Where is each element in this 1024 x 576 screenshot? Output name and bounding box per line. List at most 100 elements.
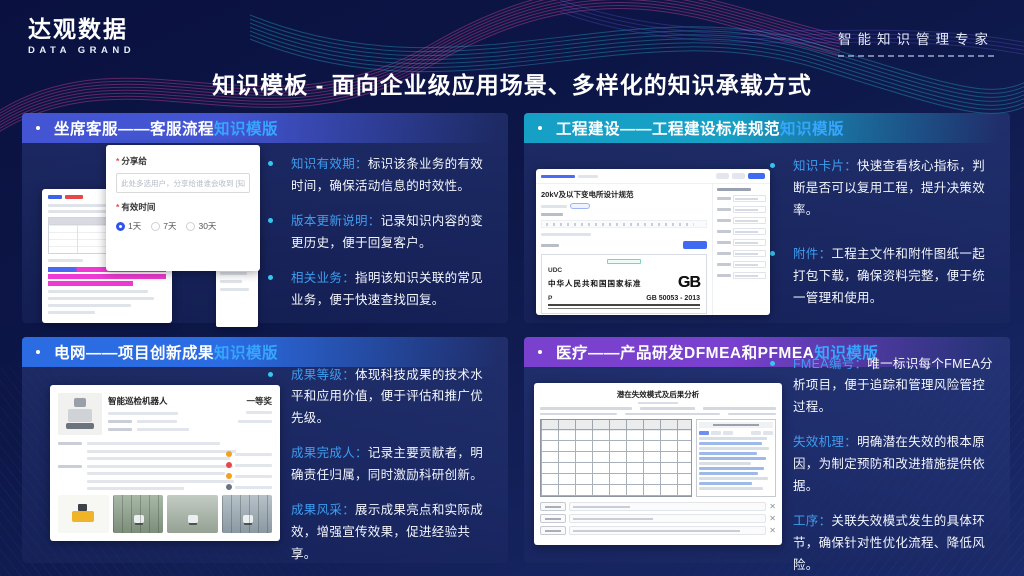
bullet-dot-icon [538, 350, 542, 354]
panel-header: 坐席客服——客服流程知识模版 [22, 113, 508, 143]
close-icon[interactable]: ✕ [769, 527, 776, 535]
screenshot-power-grid: 智能巡检机器人 一等奖 [22, 367, 262, 563]
bullet-list: FMEA编号：唯一标识每个FMEA分析项目，便于追踪和管理风险管控过程。 失效机… [764, 367, 1010, 563]
bullet-label: 知识有效期： [291, 157, 368, 171]
share-field-label: *分享给 [116, 155, 250, 167]
bullet-label: 成果风采： [291, 503, 355, 517]
photo-field-2 [167, 495, 218, 533]
bullet-list: 知识有效期：标识该条业务的有效时间，确保活动信息的时效性。 版本更新说明：记录知… [262, 143, 508, 323]
upload-button[interactable] [683, 241, 707, 249]
page-title: 知识模板 - 面向企业级应用场景、多样化的知识承载方式 [0, 66, 1024, 100]
photo-robot-render [58, 495, 109, 533]
validity-radio-group: 1天 7天 30天 [116, 220, 250, 232]
bullet-label: 成果完成人： [291, 446, 368, 460]
contributor-list [226, 451, 272, 501]
photo-field-1 [113, 495, 164, 533]
bullet-label: FMEA编号： [793, 357, 867, 371]
bullet-dot-icon [268, 218, 273, 223]
bullet-item: 失效机理：明确潜在失效的根本原因，为制定预防和改进措施提供依据。 [764, 432, 994, 498]
knowledge-card-sidebar [712, 184, 770, 315]
mini-doc-title: 20kV及以下变电所设计规范 [541, 189, 707, 200]
award-level: 一等奖 [218, 395, 272, 407]
achievement-title: 智能巡检机器人 [108, 395, 212, 407]
bullet-item: 成果风采：展示成果亮点和实际成效，增强宣传效果，促进经验共享。 [262, 500, 492, 566]
bullet-item: 成果等级：体现科技成果的技术水平和应用价值，便于评估和推广优先级。 [262, 365, 492, 431]
tag-chip [570, 203, 590, 209]
bullet-label: 附件： [793, 247, 831, 261]
close-icon[interactable]: ✕ [769, 515, 776, 523]
header-highlight: 知识模版 [780, 121, 844, 138]
mini-app-window: 20kV及以下变电所设计规范 UDC 中华人民共和 [536, 169, 770, 315]
screenshot-medical-fmea: 潜在失效模式及后果分析 [524, 367, 764, 563]
fmea-grid-table [540, 419, 692, 497]
standard-name: 中华人民共和国国家标准 [548, 278, 642, 289]
radio-selected-icon [116, 222, 125, 231]
required-asterisk: * [116, 202, 119, 212]
bullet-item: 知识有效期：标识该条业务的有效时间，确保活动信息的时效性。 [262, 154, 492, 198]
secondary-button[interactable] [732, 173, 745, 179]
bullet-label: 失效机理： [793, 435, 857, 449]
bullet-dot-icon [268, 161, 273, 166]
radio-7-day[interactable]: 7天 [151, 220, 176, 232]
share-popup: *分享给 此处多选用户，分享给谁谁会收到 [知 *有效时间 1天 7天 30天 [106, 145, 260, 271]
bullet-dot-icon [36, 350, 40, 354]
bullet-label: 工序： [793, 514, 831, 528]
fmea-tag-rows: ✕ ✕ ✕ [540, 502, 776, 535]
bullet-item: 附件：工程主文件和附件图纸一起打包下载，确保资料完整，便于统一管理和使用。 [764, 244, 994, 310]
panel-header: 电网——项目创新成果知识模版 [22, 337, 508, 367]
standard-number: GB 50053 - 2013 [646, 295, 700, 302]
robot-image [58, 393, 102, 435]
bullet-dot-icon [36, 126, 40, 130]
bullet-dot-icon [268, 372, 273, 377]
tagline-dashed-rule [838, 55, 994, 57]
validity-field-label: *有效时间 [116, 201, 250, 213]
bullet-dot-icon [770, 163, 775, 168]
header-highlight: 知识模版 [214, 121, 278, 138]
bullet-item: 相关业务：指明该知识关联的常见业务，便于快速查找回复。 [262, 268, 492, 312]
panel-power-grid: 电网——项目创新成果知识模版 智能巡检机器人 [22, 337, 508, 563]
fmea-sheet-title: 潜在失效模式及后果分析 [540, 389, 776, 400]
bullet-dot-icon [770, 361, 775, 366]
share-input-placeholder: 此处多选用户，分享给谁谁会收到 [知 [121, 178, 245, 189]
header-highlight: 知识模版 [214, 345, 278, 362]
attachment-chip [607, 259, 641, 264]
panel-customer-service: 坐席客服——客服流程知识模版 [22, 113, 508, 323]
close-icon[interactable]: ✕ [769, 503, 776, 511]
radio-icon [151, 222, 160, 231]
bullet-dot-icon [770, 251, 775, 256]
bullet-dot-icon [268, 275, 273, 280]
bullet-dot-icon [538, 126, 542, 130]
mini-achievement-page: 智能巡检机器人 一等奖 [50, 385, 280, 541]
share-input[interactable]: 此处多选用户，分享给谁谁会收到 [知 [116, 173, 250, 193]
screenshot-customer-service: *分享给 此处多选用户，分享给谁谁会收到 [知 *有效时间 1天 7天 30天 [22, 143, 262, 323]
bullet-list: 知识卡片：快速查看核心指标，判断是否可以复用工程，提升决策效率。 附件：工程主文… [764, 143, 1010, 323]
panel-header: 工程建设——工程建设标准规范知识模版 [524, 113, 1010, 143]
brand-tagline: 智能知识管理专家 [838, 28, 994, 57]
bullet-item: 版本更新说明：记录知识内容的变更历史，便于回复客户。 [262, 211, 492, 255]
photo-field-3 [222, 495, 273, 533]
logo: 达观数据 DATA GRAND [28, 18, 135, 56]
bullet-label: 成果等级： [291, 368, 355, 382]
gb-logo: GB [678, 275, 700, 291]
screenshot-engineering: 20kV及以下变电所设计规范 UDC 中华人民共和 [524, 143, 764, 323]
bullet-label: 知识卡片： [793, 159, 857, 173]
required-asterisk: * [116, 156, 119, 166]
secondary-button[interactable] [716, 173, 729, 179]
fmea-report-card [696, 419, 776, 497]
publish-button[interactable] [748, 173, 765, 179]
gb-standard-cover: UDC 中华人民共和国国家标准 GB P GB 50053 - 2013 [541, 254, 707, 314]
bullet-label: 版本更新说明： [291, 214, 381, 228]
bullet-list: 成果等级：体现科技成果的技术水平和应用价值，便于评估和推广优先级。 成果完成人：… [262, 367, 508, 563]
bullet-item: 知识卡片：快速查看核心指标，判断是否可以复用工程，提升决策效率。 [764, 156, 994, 222]
radio-30-day[interactable]: 30天 [186, 220, 216, 232]
bullet-label: 相关业务： [291, 271, 355, 285]
editor-toolbar [541, 220, 707, 228]
slide: 达观数据 DATA GRAND 智能知识管理专家 知识模板 - 面向企业级应用场… [0, 0, 1024, 576]
radio-icon [186, 222, 195, 231]
panel-engineering: 工程建设——工程建设标准规范知识模版 [524, 113, 1010, 323]
logo-cn: 达观数据 [28, 18, 135, 41]
panel-medical-fmea: 医疗——产品研发DFMEA和PFMEA知识模版 潜在失效模式及后果分析 [524, 337, 1010, 563]
radio-1-day[interactable]: 1天 [116, 220, 141, 232]
achievement-photos [58, 495, 272, 533]
bullet-item: 工序：关联失效模式发生的具体环节，确保针对性优化流程、降低风险。 [764, 511, 994, 576]
